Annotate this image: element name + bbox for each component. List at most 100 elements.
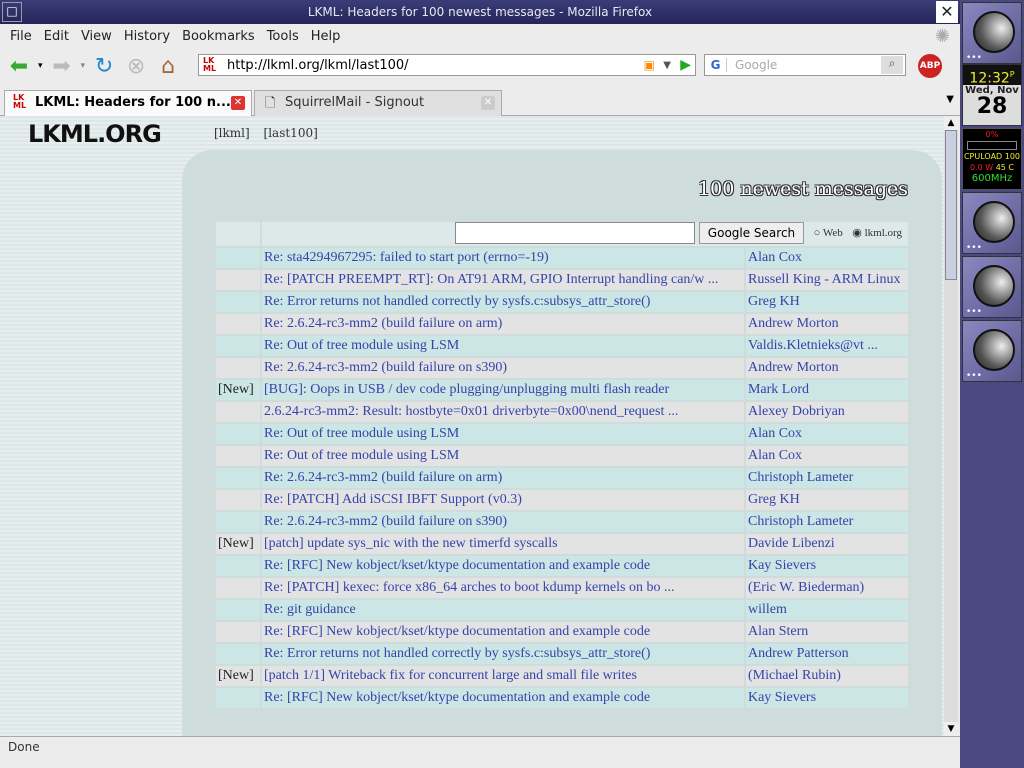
menu-history[interactable]: History <box>124 29 170 44</box>
url-bar[interactable]: LK ML http://lkml.org/lkml/last100/ ▣ ▼ ▶ <box>198 54 696 76</box>
table-row: Re: [PATCH PREEMPT_RT]: On AT91 ARM, GPI… <box>216 270 908 290</box>
tab-squirrelmail[interactable]: 🗋 SquirrelMail - Signout ✕ <box>254 90 502 116</box>
tab-list-dropdown[interactable]: ▼ <box>946 94 954 105</box>
window-menu-button[interactable]: □ <box>2 2 22 22</box>
stop-icon[interactable]: ⊗ <box>123 54 149 79</box>
new-flag: [New] <box>216 380 260 400</box>
google-engine-icon[interactable]: G <box>705 58 727 72</box>
url-dropdown-icon[interactable]: ▼ <box>663 60 671 71</box>
page-title: 100 newest messages <box>698 178 908 200</box>
search-row: Google Search ○ Web ◉ lkml.org <box>216 222 908 246</box>
message-subject-link[interactable]: Re: 2.6.24-rc3-mm2 (build failure on arm… <box>264 316 502 331</box>
table-row: 2.6.24-rc3-mm2: Result: hostbyte=0x01 dr… <box>216 402 908 422</box>
menu-file[interactable]: File <box>10 29 32 44</box>
message-subject-link[interactable]: Re: Out of tree module using LSM <box>264 338 459 353</box>
dock-app-tile[interactable]: ••• <box>962 192 1022 254</box>
message-author[interactable]: Russell King - ARM Linux <box>745 270 908 290</box>
close-tab-icon[interactable]: ✕ <box>231 96 245 110</box>
dock-panel: ••• 12:32P Wed, Nov 28 0% CPULOAD 100 0.… <box>960 0 1024 768</box>
link-lkml[interactable]: [lkml] <box>214 126 250 140</box>
message-subject-link[interactable]: Re: [RFC] New kobject/kset/ktype documen… <box>264 690 650 705</box>
message-author[interactable]: Alan Cox <box>745 424 908 444</box>
message-author[interactable]: Greg KH <box>745 490 908 510</box>
search-bar[interactable]: G Google ⌕ <box>704 54 906 76</box>
back-arrow-icon[interactable]: ⬅ <box>6 54 32 79</box>
message-author[interactable]: Kay Sievers <box>745 556 908 576</box>
message-author[interactable]: Alan Stern <box>745 622 908 642</box>
search-placeholder[interactable]: Google <box>735 58 777 72</box>
menu-bookmarks[interactable]: Bookmarks <box>182 29 255 44</box>
table-row: Re: Out of tree module using LSM Valdis.K… <box>216 336 908 356</box>
message-author[interactable]: Mark Lord <box>745 380 908 400</box>
table-row: Re: 2.6.24-rc3-mm2 (build failure on arm… <box>216 468 908 488</box>
message-subject-link[interactable]: Re: Error returns not handled correctly … <box>264 646 650 661</box>
message-subject-link[interactable]: Re: [RFC] New kobject/kset/ktype documen… <box>264 558 650 573</box>
message-author[interactable]: Alan Cox <box>745 446 908 466</box>
close-window-button[interactable]: ✕ <box>936 1 958 23</box>
message-subject-link[interactable]: Re: [RFC] New kobject/kset/ktype documen… <box>264 624 650 639</box>
message-subject-link[interactable]: Re: 2.6.24-rc3-mm2 (build failure on arm… <box>264 470 502 485</box>
radio-lkml[interactable]: ◉ lkml.org <box>852 227 902 239</box>
new-flag: [New] <box>216 534 260 554</box>
message-author[interactable]: Alan Cox <box>745 248 908 268</box>
message-subject-link[interactable]: Re: git guidance <box>264 602 356 617</box>
scroll-up-arrow[interactable]: ▲ <box>944 116 958 130</box>
message-subject-link[interactable]: Re: 2.6.24-rc3-mm2 (build failure on s39… <box>264 360 507 375</box>
menu-tools[interactable]: Tools <box>267 29 299 44</box>
message-author[interactable]: Christoph Lameter <box>745 512 908 532</box>
site-logo[interactable]: LKML.ORG <box>28 120 162 148</box>
close-tab-icon[interactable]: ✕ <box>481 96 495 110</box>
message-author[interactable]: (Michael Rubin) <box>745 666 908 686</box>
message-subject-link[interactable]: Re: Out of tree module using LSM <box>264 448 459 463</box>
radio-web[interactable]: ○ Web <box>814 227 843 239</box>
message-subject-link[interactable]: [patch 1/1] Writeback fix for concurrent… <box>264 668 637 683</box>
message-subject-link[interactable]: [BUG]: Oops in USB / dev code plugging/u… <box>264 382 669 397</box>
table-row: Re: [PATCH] kexec: force x86_64 arches t… <box>216 578 908 598</box>
dock-app-tile[interactable]: ••• <box>962 320 1022 382</box>
message-subject-link[interactable]: Re: Out of tree module using LSM <box>264 426 459 441</box>
message-subject-link[interactable]: Re: Error returns not handled correctly … <box>264 294 650 309</box>
message-author[interactable]: Davide Libenzi <box>745 534 908 554</box>
rss-feed-icon[interactable]: ▣ <box>644 58 655 72</box>
menu-view[interactable]: View <box>81 29 112 44</box>
dock-app-tile[interactable]: ••• <box>962 256 1022 318</box>
message-author[interactable]: Andrew Morton <box>745 314 908 334</box>
scroll-down-arrow[interactable]: ▼ <box>944 722 958 736</box>
home-icon[interactable]: ⌂ <box>155 54 181 79</box>
message-subject-link[interactable]: 2.6.24-rc3-mm2: Result: hostbyte=0x01 dr… <box>264 404 678 419</box>
url-text[interactable]: http://lkml.org/lkml/last100/ <box>227 58 409 73</box>
message-author[interactable]: Christoph Lameter <box>745 468 908 488</box>
message-author[interactable]: Kay Sievers <box>745 688 908 708</box>
message-subject-link[interactable]: Re: [PATCH] kexec: force x86_64 arches t… <box>264 580 674 595</box>
message-author[interactable]: Greg KH <box>745 292 908 312</box>
message-author[interactable]: Alexey Dobriyan <box>745 402 908 422</box>
magnifier-icon[interactable]: ⌕ <box>881 56 903 74</box>
message-author[interactable]: (Eric W. Biederman) <box>745 578 908 598</box>
menu-help[interactable]: Help <box>311 29 341 44</box>
adblock-plus-button[interactable]: ABP <box>918 54 942 78</box>
google-search-input[interactable] <box>455 222 696 244</box>
message-subject-link[interactable]: Re: [PATCH] Add iSCSI IBFT Support (v0.3… <box>264 492 522 507</box>
go-button-icon[interactable]: ▶ <box>680 57 691 73</box>
tab-lkml[interactable]: LK ML LKML: Headers for 100 n... ✕ <box>4 90 252 116</box>
link-last100[interactable]: [last100] <box>264 126 318 140</box>
radio-web-label: Web <box>822 227 843 240</box>
message-author[interactable]: Andrew Patterson <box>745 644 908 664</box>
dock-app-tile[interactable]: ••• <box>962 2 1022 64</box>
reload-icon[interactable]: ↻ <box>91 54 117 79</box>
message-subject-link[interactable]: Re: 2.6.24-rc3-mm2 (build failure on s39… <box>264 514 507 529</box>
message-author[interactable]: willem <box>745 600 908 620</box>
scroll-thumb[interactable] <box>945 130 957 280</box>
vertical-scrollbar[interactable]: ▲ ▼ <box>944 116 958 736</box>
message-subject-link[interactable]: Re: [PATCH PREEMPT_RT]: On AT91 ARM, GPI… <box>264 272 718 287</box>
forward-history-dropdown[interactable]: ▾ <box>81 61 86 71</box>
message-subject-link[interactable]: [patch] update sys_nic with the new time… <box>264 536 558 551</box>
message-author[interactable]: Valdis.Kletnieks@vt ... <box>745 336 908 356</box>
forward-arrow-icon[interactable]: ➡ <box>49 54 75 79</box>
table-row: Re: Error returns not handled correctly … <box>216 292 908 312</box>
message-author[interactable]: Andrew Morton <box>745 358 908 378</box>
menu-edit[interactable]: Edit <box>44 29 69 44</box>
back-history-dropdown[interactable]: ▾ <box>38 61 43 71</box>
message-subject-link[interactable]: Re: sta4294967295: failed to start port … <box>264 250 549 265</box>
google-search-button[interactable]: Google Search <box>698 222 805 244</box>
